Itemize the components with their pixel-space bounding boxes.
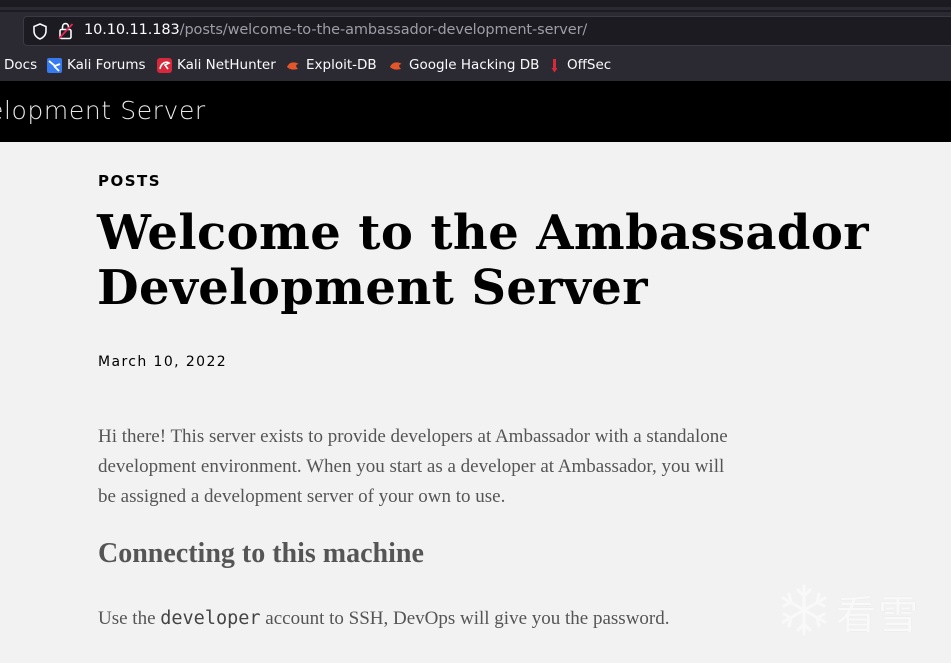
bookmark-google-hacking-db[interactable]: Google Hacking DB: [389, 57, 539, 73]
site-header: elopment Server: [0, 81, 951, 142]
google-hacking-db-icon: [389, 58, 404, 73]
bookmark-kali-nethunter[interactable]: Kali NetHunter: [157, 57, 276, 73]
watermark: 看雪: [778, 582, 938, 642]
section-heading: Connecting to this machine: [98, 538, 424, 569]
ssh-text-before: Use the: [98, 608, 161, 629]
tracking-protection-shield-icon[interactable]: [32, 23, 48, 40]
watermark-text: 看雪: [836, 593, 920, 639]
bookmark-docs[interactable]: Docs: [4, 57, 37, 73]
post-date: March 10, 2022: [98, 354, 228, 370]
bookmarks-toolbar: Docs Kali Forums Kali NetHunter Exploit-…: [0, 50, 951, 81]
intro-paragraph: Hi there! This server exists to provide …: [98, 426, 728, 507]
site-title[interactable]: elopment Server: [0, 96, 206, 125]
kali-forums-icon: [47, 57, 62, 73]
ssh-instructions-paragraph: Use the developer account to SSH, DevOps…: [98, 608, 798, 630]
post-content: POSTS Welcome to the Ambassador Developm…: [0, 142, 951, 663]
ssh-text-after: account to SSH, DevOps will give you the…: [260, 608, 670, 629]
ssh-username-code: developer: [160, 608, 261, 629]
bookmark-kali-forums[interactable]: Kali Forums: [47, 57, 146, 73]
bookmark-label: Docs: [4, 57, 38, 73]
insecure-lock-icon[interactable]: [58, 22, 74, 40]
bookmark-offsec[interactable]: OffSec: [547, 57, 611, 73]
bookmark-label: Kali NetHunter: [177, 57, 276, 73]
bookmark-label: Kali Forums: [67, 57, 146, 73]
snowflake-icon: [778, 582, 830, 642]
url-text[interactable]: 10.10.11.183/posts/welcome-to-the-ambass…: [84, 22, 587, 38]
exploit-db-icon: [286, 58, 301, 73]
browser-tabstrip: [0, 0, 951, 12]
url-path: /posts/welcome-to-the-ambassador-develop…: [179, 22, 588, 38]
bookmark-exploit-db[interactable]: Exploit-DB: [286, 57, 377, 73]
url-bar[interactable]: 10.10.11.183/posts/welcome-to-the-ambass…: [23, 16, 951, 46]
post-category[interactable]: POSTS: [98, 172, 161, 190]
bookmark-label: Google Hacking DB: [409, 57, 540, 73]
url-host: 10.10.11.183: [84, 22, 180, 38]
offsec-icon: [547, 58, 562, 73]
browser-toolbar: 10.10.11.183/posts/welcome-to-the-ambass…: [0, 12, 951, 50]
bookmark-label: Exploit-DB: [306, 57, 377, 73]
tabstrip-divider: [0, 7, 951, 10]
kali-nethunter-icon: [157, 57, 172, 73]
bookmark-label: OffSec: [567, 57, 612, 73]
post-title: Welcome to the Ambassador Development Se…: [97, 205, 869, 316]
